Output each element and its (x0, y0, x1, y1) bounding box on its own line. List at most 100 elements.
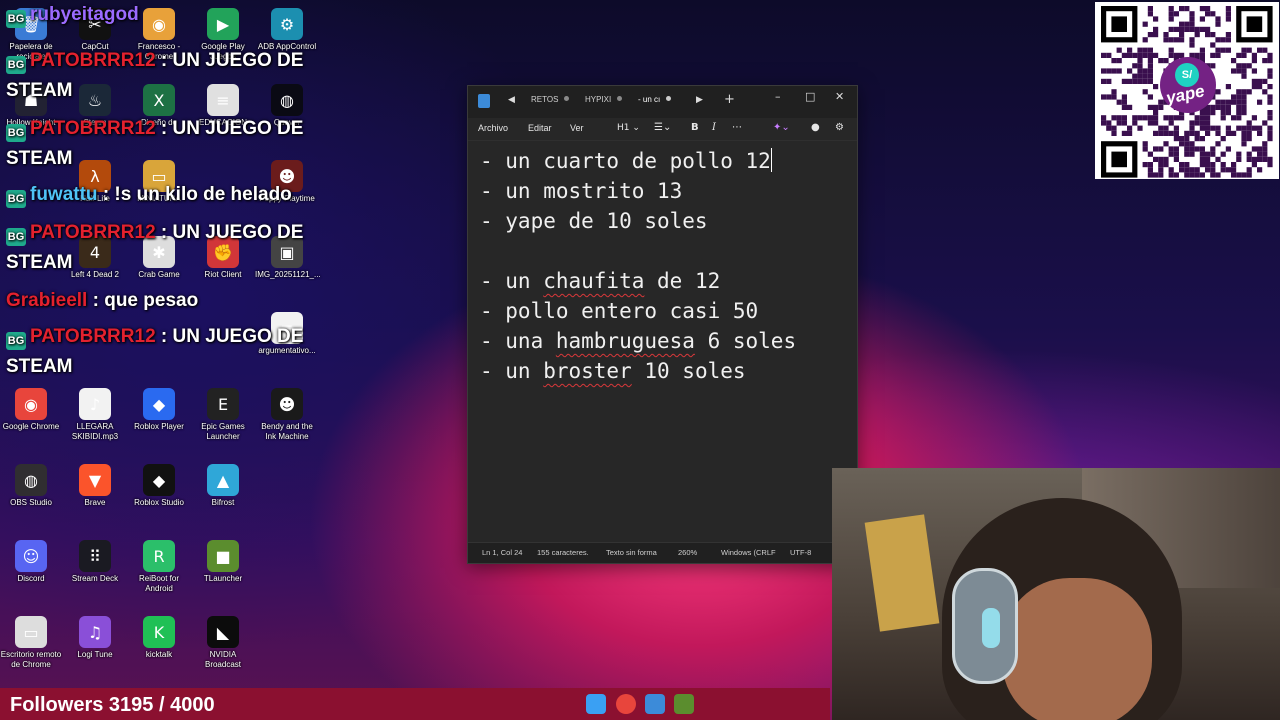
yape-qr-code: S/ yape (1095, 2, 1279, 179)
desktop-icon[interactable]: ☻ Bendy and the Ink Machine (255, 388, 319, 442)
spellcheck-word[interactable]: chaufita (543, 269, 644, 293)
notepad-window[interactable]: ◀ RETOS HYPIXI - un cı ▶ + – □ ✕ Archivo… (467, 85, 858, 564)
desktop-icon-label: Roblox Player (134, 422, 184, 431)
remote-desktop-icon: ▭ (15, 616, 47, 648)
zoom-level[interactable]: 260% (678, 548, 697, 557)
desktop-icon[interactable]: ◉ Google Chrome (0, 388, 63, 432)
menu-ver[interactable]: Ver (570, 123, 584, 133)
italic-icon[interactable]: I (712, 122, 716, 133)
new-tab-button[interactable]: + (724, 92, 735, 107)
taskbar-chrome-icon[interactable] (616, 694, 636, 714)
desktop-icon[interactable]: ☺ Discord (0, 540, 63, 584)
desktop-icon[interactable]: ▲ Bifrost (191, 464, 255, 508)
chat-text: : UN JUEGO DE (155, 50, 304, 71)
desktop-icon-label: Bifrost (211, 498, 235, 507)
desktop-icon-label: OBS Studio (10, 498, 52, 507)
desktop-icon-label: Bendy and the Ink Machine (261, 422, 313, 441)
stream-deck-icon: ⠿ (79, 540, 111, 572)
desktop-icon-label: Crab Game (138, 270, 180, 279)
minimize-button[interactable]: – (775, 90, 781, 103)
notepad-menubar: Archivo Editar Ver H1 ⌄ ☰⌄ B I ⋯ ✦⌄ ● ⚙ (468, 118, 857, 141)
google-play-icon: ▶ (207, 8, 239, 40)
close-button[interactable]: ✕ (835, 90, 844, 103)
line-ending[interactable]: Windows (CRLF (721, 548, 776, 557)
nvidia-icon: ◣ (207, 616, 239, 648)
notepad-text-area[interactable]: - un cuarto de pollo 12 - un mostrito 13… (480, 146, 851, 386)
chat-badge-icon: BG (6, 56, 26, 74)
chat-message: BG PATOBRRR12 : UN JUEGO DE (6, 222, 303, 246)
spellcheck-word[interactable]: hambruguesa (556, 329, 695, 353)
encoding[interactable]: UTF-8 (790, 548, 811, 557)
scroll-right-icon[interactable]: ▶ (696, 95, 703, 105)
poster (864, 514, 940, 632)
chat-message: BG PATOBRRR12 : UN JUEGO DE (6, 50, 303, 74)
bifrost-icon: ▲ (207, 464, 239, 496)
chat-badge-icon: BG (6, 10, 26, 28)
more-options-icon[interactable]: ⋯ (732, 122, 742, 133)
steam-icon: ♨ (79, 84, 111, 116)
chat-badge-icon: BG (6, 332, 26, 350)
desktop-icon-label: Discord (17, 574, 45, 583)
desktop-icon-label: Stream Deck (71, 574, 119, 583)
desktop-icon[interactable]: ♫ Logi Tune (63, 616, 127, 660)
bold-icon[interactable]: B (691, 122, 699, 133)
list-format-icon[interactable]: ☰⌄ (654, 122, 671, 133)
desktop-icon[interactable]: ♪ LLEGARA SKIBIDI.mp3 (63, 388, 127, 442)
desktop-icon[interactable]: ⠿ Stream Deck (63, 540, 127, 584)
desktop-icon[interactable]: ■ TLauncher (191, 540, 255, 584)
heading-dropdown[interactable]: H1 ⌄ (617, 123, 640, 133)
desktop-icon[interactable]: ◣ NVIDIA Broadcast (191, 616, 255, 670)
chat-text: STEAM (6, 80, 73, 101)
desktop-icon[interactable]: ◍ OBS Studio (0, 464, 63, 508)
discord-icon: ☺ (15, 540, 47, 572)
tlauncher-icon: ■ (207, 540, 239, 572)
desktop-icon-label: Epic Games Launcher (201, 422, 245, 441)
desktop-icon[interactable]: ⚙ ADB AppControl (255, 8, 319, 52)
chat-badge-icon: BG (6, 228, 26, 246)
spellcheck-word[interactable]: broster (543, 359, 632, 383)
desktop-icon-label: Escritorio remoto de Chrome (0, 650, 62, 669)
text-line: - pollo entero casi 50 (480, 299, 759, 323)
reiboot-icon: R (143, 540, 175, 572)
settings-gear-icon[interactable]: ⚙ (835, 122, 844, 133)
audio-file-icon: ♪ (79, 388, 111, 420)
desktop-icon[interactable]: Kkicktalk (127, 616, 191, 660)
yape-logo: S/ yape (1160, 57, 1216, 113)
taskbar-minecraft-icon[interactable] (674, 694, 694, 714)
text-format[interactable]: Texto sin forma (606, 548, 657, 557)
bendy-icon: ☻ (271, 388, 303, 420)
chat-message: Grabieell : que pesao (6, 290, 198, 312)
text-line (480, 236, 851, 266)
tab-active[interactable]: - un cı (638, 95, 672, 104)
chrome-icon: ◉ (15, 388, 47, 420)
desktop-icon[interactable]: ◆ Roblox Player (127, 388, 191, 432)
desktop-icon[interactable]: R ReiBoot for Android (127, 540, 191, 594)
desktop-icon-label: ReiBoot for Android (138, 574, 180, 593)
chrome-icon: ◉ (143, 8, 175, 40)
chat-username: rubyeitagod (30, 4, 139, 25)
taskbar-notepad-icon[interactable] (645, 694, 665, 714)
notepad-titlebar[interactable]: ◀ RETOS HYPIXI - un cı ▶ + – □ ✕ (468, 86, 857, 118)
copilot-icon[interactable]: ✦⌄ (773, 122, 790, 133)
brave-icon: ▼ (79, 464, 111, 496)
windows-start-icon[interactable] (586, 694, 606, 714)
desktop-icon[interactable]: ▼ Brave (63, 464, 127, 508)
desktop-icon[interactable]: E Epic Games Launcher (191, 388, 255, 442)
chat-text: : UN JUEGO DE (155, 326, 304, 347)
maximize-button[interactable]: □ (805, 90, 815, 103)
chat-message: STEAM (6, 148, 73, 170)
desktop-icon-label: LLEGARA SKIBIDI.mp3 (71, 422, 119, 441)
scroll-left-icon[interactable]: ◀ (508, 95, 515, 105)
desktop-icon-label: IMG_20251121_... (255, 270, 321, 279)
account-icon[interactable]: ● (811, 122, 820, 133)
menu-archivo[interactable]: Archivo (478, 123, 508, 133)
desktop-icon-label: Roblox Studio (134, 498, 184, 507)
desktop-icon[interactable]: ▭ Escritorio remoto de Chrome (0, 616, 63, 670)
tab-retos[interactable]: RETOS (531, 95, 570, 104)
chat-text: : que pesao (87, 290, 199, 311)
chat-badge-icon: BG (6, 124, 26, 142)
menu-editar[interactable]: Editar (528, 123, 552, 133)
chat-username: PATOBRRR12 (30, 326, 156, 347)
tab-hypixi[interactable]: HYPIXI (585, 95, 623, 104)
desktop-icon[interactable]: ◆ Roblox Studio (127, 464, 191, 508)
